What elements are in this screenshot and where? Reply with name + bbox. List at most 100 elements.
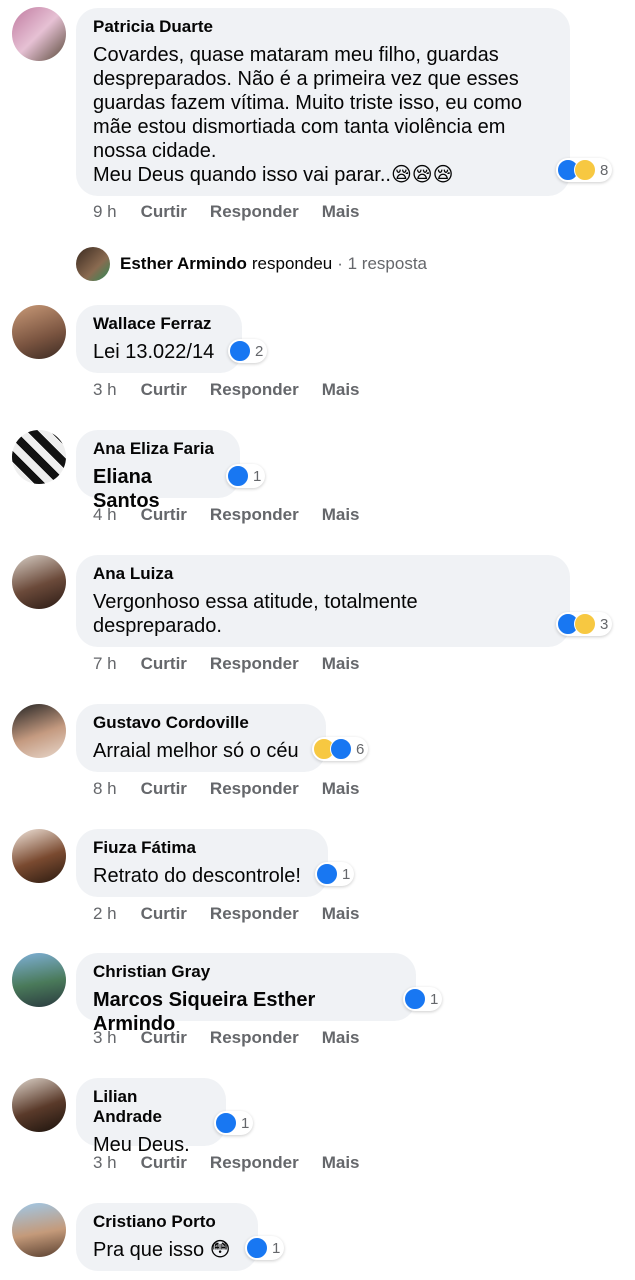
more-button[interactable]: Mais — [322, 202, 360, 222]
comment-actions: 9 h Curtir Responder Mais — [93, 202, 383, 222]
reply-button[interactable]: Responder — [210, 1028, 299, 1048]
reaction-count: 3 — [600, 615, 609, 633]
reply-button[interactable]: Responder — [210, 654, 299, 674]
avatar — [76, 247, 110, 281]
comment-author[interactable]: Cristiano Porto — [93, 1212, 241, 1232]
comment-text: Retrato do descontrole! — [93, 865, 301, 887]
comment-text: Covardes, quase mataram meu filho, guard… — [93, 44, 523, 186]
reply-button[interactable]: Responder — [210, 904, 299, 924]
comment-actions: 7 h Curtir Responder Mais — [93, 654, 383, 674]
like-icon — [215, 1112, 237, 1134]
like-button[interactable]: Curtir — [141, 202, 187, 222]
more-button[interactable]: Mais — [322, 505, 360, 525]
avatar[interactable] — [12, 1078, 66, 1132]
comment-text: Arraial melhor só o céu — [93, 740, 299, 762]
more-button[interactable]: Mais — [322, 654, 360, 674]
reaction-summary[interactable]: 1 — [214, 1111, 254, 1135]
reaction-summary[interactable]: 1 — [226, 464, 266, 488]
avatar[interactable] — [12, 430, 66, 484]
comment-bubble: Fiuza Fátima Retrato do descontrole! — [76, 829, 328, 897]
like-button[interactable]: Curtir — [141, 904, 187, 924]
timestamp[interactable]: 3 h — [93, 1153, 117, 1173]
timestamp[interactable]: 7 h — [93, 654, 117, 674]
timestamp[interactable]: 8 h — [93, 779, 117, 799]
comment-author[interactable]: Patricia Duarte — [93, 17, 553, 37]
like-button[interactable]: Curtir — [141, 1153, 187, 1173]
reaction-count: 1 — [342, 865, 351, 883]
more-button[interactable]: Mais — [322, 1028, 360, 1048]
avatar[interactable] — [12, 829, 66, 883]
reaction-count: 8 — [600, 161, 609, 179]
more-button[interactable]: Mais — [322, 380, 360, 400]
comment-bubble: Christian Gray Marcos Siqueira Esther Ar… — [76, 953, 416, 1035]
reaction-count: 1 — [430, 990, 439, 1008]
avatar[interactable] — [12, 953, 66, 1007]
like-button[interactable]: Curtir — [141, 654, 187, 674]
more-button[interactable]: Mais — [322, 779, 360, 799]
reaction-summary[interactable]: 3 — [556, 612, 613, 636]
like-icon — [227, 465, 249, 487]
reaction-count: 6 — [356, 740, 365, 758]
comment-actions: 3 h Curtir Responder Mais — [93, 1153, 383, 1173]
like-icon — [246, 1237, 268, 1259]
timestamp[interactable]: 9 h — [93, 202, 117, 222]
like-icon — [404, 988, 426, 1010]
comment-actions: 4 h Curtir Responder Mais — [93, 505, 383, 525]
like-button[interactable]: Curtir — [141, 779, 187, 799]
comment-author[interactable]: Gustavo Cordoville — [93, 713, 309, 733]
reaction-summary[interactable]: 1 — [245, 1236, 285, 1260]
reaction-summary[interactable]: 1 — [403, 987, 443, 1011]
reaction-summary[interactable]: 1 — [315, 862, 355, 886]
comment-bubble: Patricia Duarte Covardes, quase mataram … — [76, 8, 570, 196]
timestamp[interactable]: 3 h — [93, 380, 117, 400]
avatar[interactable] — [12, 305, 66, 359]
comment-bubble: Wallace Ferraz Lei 13.022/14 — [76, 305, 242, 373]
reaction-count: 1 — [241, 1114, 250, 1132]
comment-author[interactable]: Wallace Ferraz — [93, 314, 225, 334]
sad-icon — [574, 159, 596, 181]
like-icon — [330, 738, 352, 760]
reply-verb: respondeu — [251, 254, 333, 273]
avatar[interactable] — [12, 704, 66, 758]
comment-bubble: Cristiano Porto Pra que isso 😳 — [76, 1203, 258, 1271]
view-replies[interactable]: Esther Armindo respondeu · 1 resposta — [76, 247, 427, 281]
comment-author[interactable]: Ana Eliza Faria — [93, 439, 223, 459]
like-button[interactable]: Curtir — [141, 1028, 187, 1048]
comment-author[interactable]: Christian Gray — [93, 962, 399, 982]
timestamp[interactable]: 2 h — [93, 904, 117, 924]
comment-author[interactable]: Ana Luiza — [93, 564, 553, 584]
like-icon — [229, 340, 251, 362]
like-button[interactable]: Curtir — [141, 380, 187, 400]
comment-actions: 8 h Curtir Responder Mais — [93, 779, 383, 799]
comment-author[interactable]: Lilian Andrade — [93, 1087, 209, 1127]
reply-button[interactable]: Responder — [210, 505, 299, 525]
comment-actions: 3 h Curtir Responder Mais — [93, 380, 383, 400]
like-icon — [316, 863, 338, 885]
reaction-count: 2 — [255, 342, 264, 360]
comment-actions: 3 h Curtir Responder Mais — [93, 1028, 383, 1048]
avatar[interactable] — [12, 1203, 66, 1257]
reply-author: Esther Armindo — [120, 254, 247, 273]
reaction-summary[interactable]: 2 — [228, 339, 268, 363]
reply-button[interactable]: Responder — [210, 380, 299, 400]
comment-text: Pra que isso 😳 — [93, 1239, 231, 1261]
reply-button[interactable]: Responder — [210, 1153, 299, 1173]
reaction-summary[interactable]: 8 — [556, 158, 613, 182]
reaction-count: 1 — [272, 1239, 281, 1257]
reply-count: · 1 resposta — [337, 254, 427, 273]
more-button[interactable]: Mais — [322, 1153, 360, 1173]
avatar[interactable] — [12, 555, 66, 609]
reply-button[interactable]: Responder — [210, 779, 299, 799]
timestamp[interactable]: 3 h — [93, 1028, 117, 1048]
reply-button[interactable]: Responder — [210, 202, 299, 222]
more-button[interactable]: Mais — [322, 904, 360, 924]
like-button[interactable]: Curtir — [141, 505, 187, 525]
reaction-summary[interactable]: 6 — [312, 737, 369, 761]
comment-bubble: Ana Luiza Vergonhoso essa atitude, total… — [76, 555, 570, 647]
haha-icon — [574, 613, 596, 635]
comment-bubble: Lilian Andrade Meu Deus. — [76, 1078, 226, 1156]
avatar[interactable] — [12, 7, 66, 61]
comment-bubble: Gustavo Cordoville Arraial melhor só o c… — [76, 704, 326, 772]
timestamp[interactable]: 4 h — [93, 505, 117, 525]
comment-author[interactable]: Fiuza Fátima — [93, 838, 311, 858]
